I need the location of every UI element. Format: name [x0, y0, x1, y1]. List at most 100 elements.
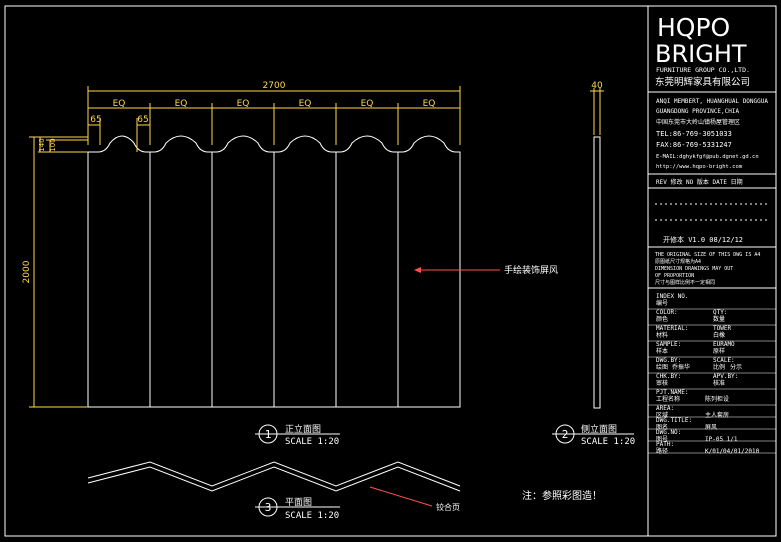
field-label-en: AREA: [656, 405, 674, 412]
note-line: DIMENSION DRAWINGS MAY OUT [655, 266, 733, 272]
field-label-en: QTY: [713, 309, 727, 316]
field-label-cn: 工程名称 [656, 395, 680, 403]
dim-eq-label: EQ [299, 99, 312, 109]
company-fax: FAX:86-769-5331247 [656, 141, 732, 149]
field-label-en: APV.BY: [713, 373, 738, 380]
plan-fold-inner [87, 466, 461, 492]
panel-joints [149, 152, 399, 407]
field-label-en: SCALE: [713, 357, 735, 364]
general-note: 注：参照彩图造！ [522, 489, 602, 502]
field-label-en: PJT.NAME: [656, 389, 689, 396]
view-title-plan-name: 平面图 [285, 497, 312, 508]
field-label-cn: 原样 [713, 347, 725, 355]
title-block: HQPO BRIGHT FURNITURE GROUP CO.,LTD. 东莞明… [648, 13, 776, 455]
field-label-cn: 颜色 [656, 315, 668, 323]
field-label-en: EURAMO [713, 341, 735, 348]
field-label-en: INDEX NO. [656, 293, 689, 300]
plan-fold-outer [87, 461, 461, 487]
dim-height-label: 2000 [22, 260, 32, 283]
dim-65-left: 65 [90, 115, 101, 125]
dim-thickness-lines [590, 88, 604, 135]
field-label-en: PATH: [656, 441, 674, 448]
company-email: E-MAIL:dghykfgf@pub.dgnet.gd.cn [656, 154, 759, 160]
side-elevation: 40 [590, 81, 604, 409]
dim-thickness-label: 40 [591, 81, 603, 91]
field-value: 主人套房 [705, 411, 729, 419]
callout-label: 手绘装饰屏风 [504, 264, 558, 276]
field-value: 陈列柜设 [705, 395, 729, 403]
field-value: 分示 [730, 363, 742, 371]
title-fields: INDEX NO.编号 COLOR:颜色 QTY:数量 MATERIAL:材料 TOWE… [648, 293, 776, 455]
note-line: OF PROPORTION [655, 273, 694, 279]
field-row: CHK.BY:审核 APV.BY:核准 [656, 373, 738, 387]
field-label-cn: 编号 [656, 299, 668, 307]
dim-eq-label: EQ [361, 99, 374, 109]
dim-overall-width-label: 2700 [263, 81, 286, 91]
field-label-en: SAMPLE: [656, 341, 681, 348]
logo-sub: FURNITURE GROUP CO.,LTD. [656, 66, 750, 74]
dim-eq-label: EQ [113, 99, 126, 109]
field-label-cn: 样本 [656, 347, 668, 355]
company-addr2: GUANGDONG PROVINCE,CHIA [656, 108, 739, 115]
view-title-side-scale: SCALE 1:20 [581, 437, 635, 447]
company-addr1: ANQI MEMBERT, HUANGHUAL DONGGUA [656, 98, 768, 105]
field-row: COLOR:颜色 QTY:数量 [656, 309, 727, 323]
field-value: IP-05 1/1 [705, 436, 738, 443]
field-label-cn: 比例 [713, 363, 725, 371]
field-label-cn: 材料 [656, 331, 668, 339]
field-label-cn: 绘图 [656, 363, 668, 371]
dim-140-label: 140 [38, 138, 46, 151]
logo-cn: 东莞明辉家具有限公司 [655, 76, 750, 88]
plan-view: 铰合页 注：参照彩图造！ [87, 461, 602, 512]
field-row: MATERIAL:材料 TOWER白橡 [656, 325, 731, 339]
field-label-en: MATERIAL: [656, 325, 689, 332]
dim-eq-label: EQ [237, 99, 250, 109]
dim-100-label: 100 [49, 138, 57, 151]
field-value: 屏风 [705, 424, 717, 431]
logo-line2: BRIGHT [655, 40, 747, 68]
field-label-cn: 路径 [656, 447, 668, 455]
revision-row: 开修本 V1.0 08/12/12 [663, 235, 743, 244]
field-label-en: DWG.BY: [656, 357, 681, 364]
dim-eq-label: EQ [423, 99, 436, 109]
view-title-front-scale: SCALE 1:20 [285, 437, 339, 447]
view-title-plan-scale: SCALE 1:20 [285, 511, 339, 521]
field-label-en: TOWER [713, 325, 731, 332]
view-title-plan: 3 平面图 SCALE 1:20 [255, 497, 340, 521]
logo-line1: HQPO [657, 13, 730, 42]
note-line: 原图纸尺寸规格为A4 [655, 258, 701, 265]
field-label-cn: 审核 [656, 379, 668, 387]
fold-label: 铰合页 [436, 502, 460, 512]
field-value: K/01/04/01/2010 [705, 448, 760, 455]
company-tel: TEL:86-769-3051033 [656, 130, 732, 138]
note-line: THE ORIGINAL SIZE OF THIS DWG IS A4 [655, 252, 760, 258]
company-web: http://www.hqpo-bright.com [656, 164, 743, 170]
dim-eq-label: EQ [175, 99, 188, 109]
revision-header: REV 修改 NO 版本 DATE 日期 [656, 178, 743, 186]
dim-height-lines [29, 136, 88, 408]
field-label-en: DWG.TITLE: [656, 417, 692, 424]
field-label-en: DWG.NO: [656, 429, 681, 436]
cad-drawing: 2700 EQ EQ EQ EQ EQ EQ 65 65 2000 140 100 [4, 5, 777, 537]
callout-arrow [414, 267, 421, 273]
field-label-cn: 数量 [713, 315, 725, 323]
field-row: DWG.BY:绘图 乔振华 SCALE:比例 分示 [656, 357, 742, 371]
company-addr-cn: 中国东莞市大岭山镇杨屋管理区 [656, 118, 740, 126]
field-label-cn: 白橡 [713, 331, 725, 339]
dim-65-right: 65 [137, 115, 148, 125]
fold-leader [369, 486, 433, 507]
field-value: 乔振华 [672, 363, 690, 371]
field-label-en: COLOR: [656, 309, 678, 316]
front-elevation: 2700 EQ EQ EQ EQ EQ EQ 65 65 2000 140 100 [22, 81, 558, 408]
view-title-front-name: 正立面图 [285, 423, 321, 435]
view-title-front: 1 正立面图 SCALE 1:20 [255, 423, 340, 447]
field-row: INDEX NO.编号 [656, 293, 689, 307]
note-line: 尺寸与图样比例不一定相同 [655, 279, 715, 286]
side-panel-outline [593, 136, 601, 409]
field-label-cn: 核准 [713, 379, 725, 387]
field-row: SAMPLE:样本 EURAMO原样 [656, 341, 735, 355]
view-title-side-name: 侧立面图 [581, 423, 617, 435]
view-title-side: 2 侧立面图 SCALE 1:20 [552, 423, 635, 447]
notes: THE ORIGINAL SIZE OF THIS DWG IS A4 原图纸尺… [655, 252, 760, 286]
field-label-en: CHK.BY: [656, 373, 681, 380]
